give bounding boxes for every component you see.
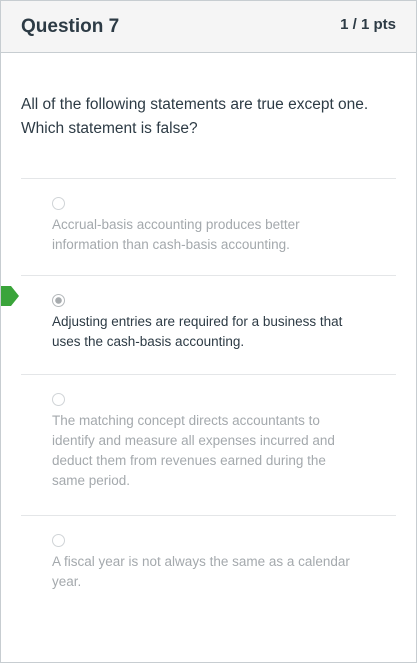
answer-text: The matching concept directs accountants… xyxy=(52,413,335,488)
answer-option-1[interactable]: Accrual-basis accounting produces better… xyxy=(21,178,396,275)
answer-text: A fiscal year is not always the same as … xyxy=(52,554,350,589)
answer-text: Adjusting entries are required for a bus… xyxy=(52,314,343,349)
answer-list: Accrual-basis accounting produces better… xyxy=(1,178,396,612)
question-header: Question 7 1 / 1 pts xyxy=(1,1,416,53)
question-card: Question 7 1 / 1 pts All of the followin… xyxy=(0,0,417,663)
correct-answer-arrow-icon xyxy=(1,286,19,306)
answer-option-4[interactable]: A fiscal year is not always the same as … xyxy=(21,515,396,612)
radio-button[interactable] xyxy=(52,534,65,547)
answer-option-3[interactable]: The matching concept directs accountants… xyxy=(21,374,396,515)
radio-button-selected[interactable] xyxy=(52,294,65,307)
question-title: Question 7 xyxy=(21,16,120,37)
radio-button[interactable] xyxy=(52,393,65,406)
question-points: 1 / 1 pts xyxy=(340,16,396,33)
radio-button[interactable] xyxy=(52,197,65,210)
answer-text: Accrual-basis accounting produces better… xyxy=(52,217,300,252)
answer-option-2[interactable]: Adjusting entries are required for a bus… xyxy=(1,275,396,374)
question-text: All of the following statements are true… xyxy=(21,96,369,137)
